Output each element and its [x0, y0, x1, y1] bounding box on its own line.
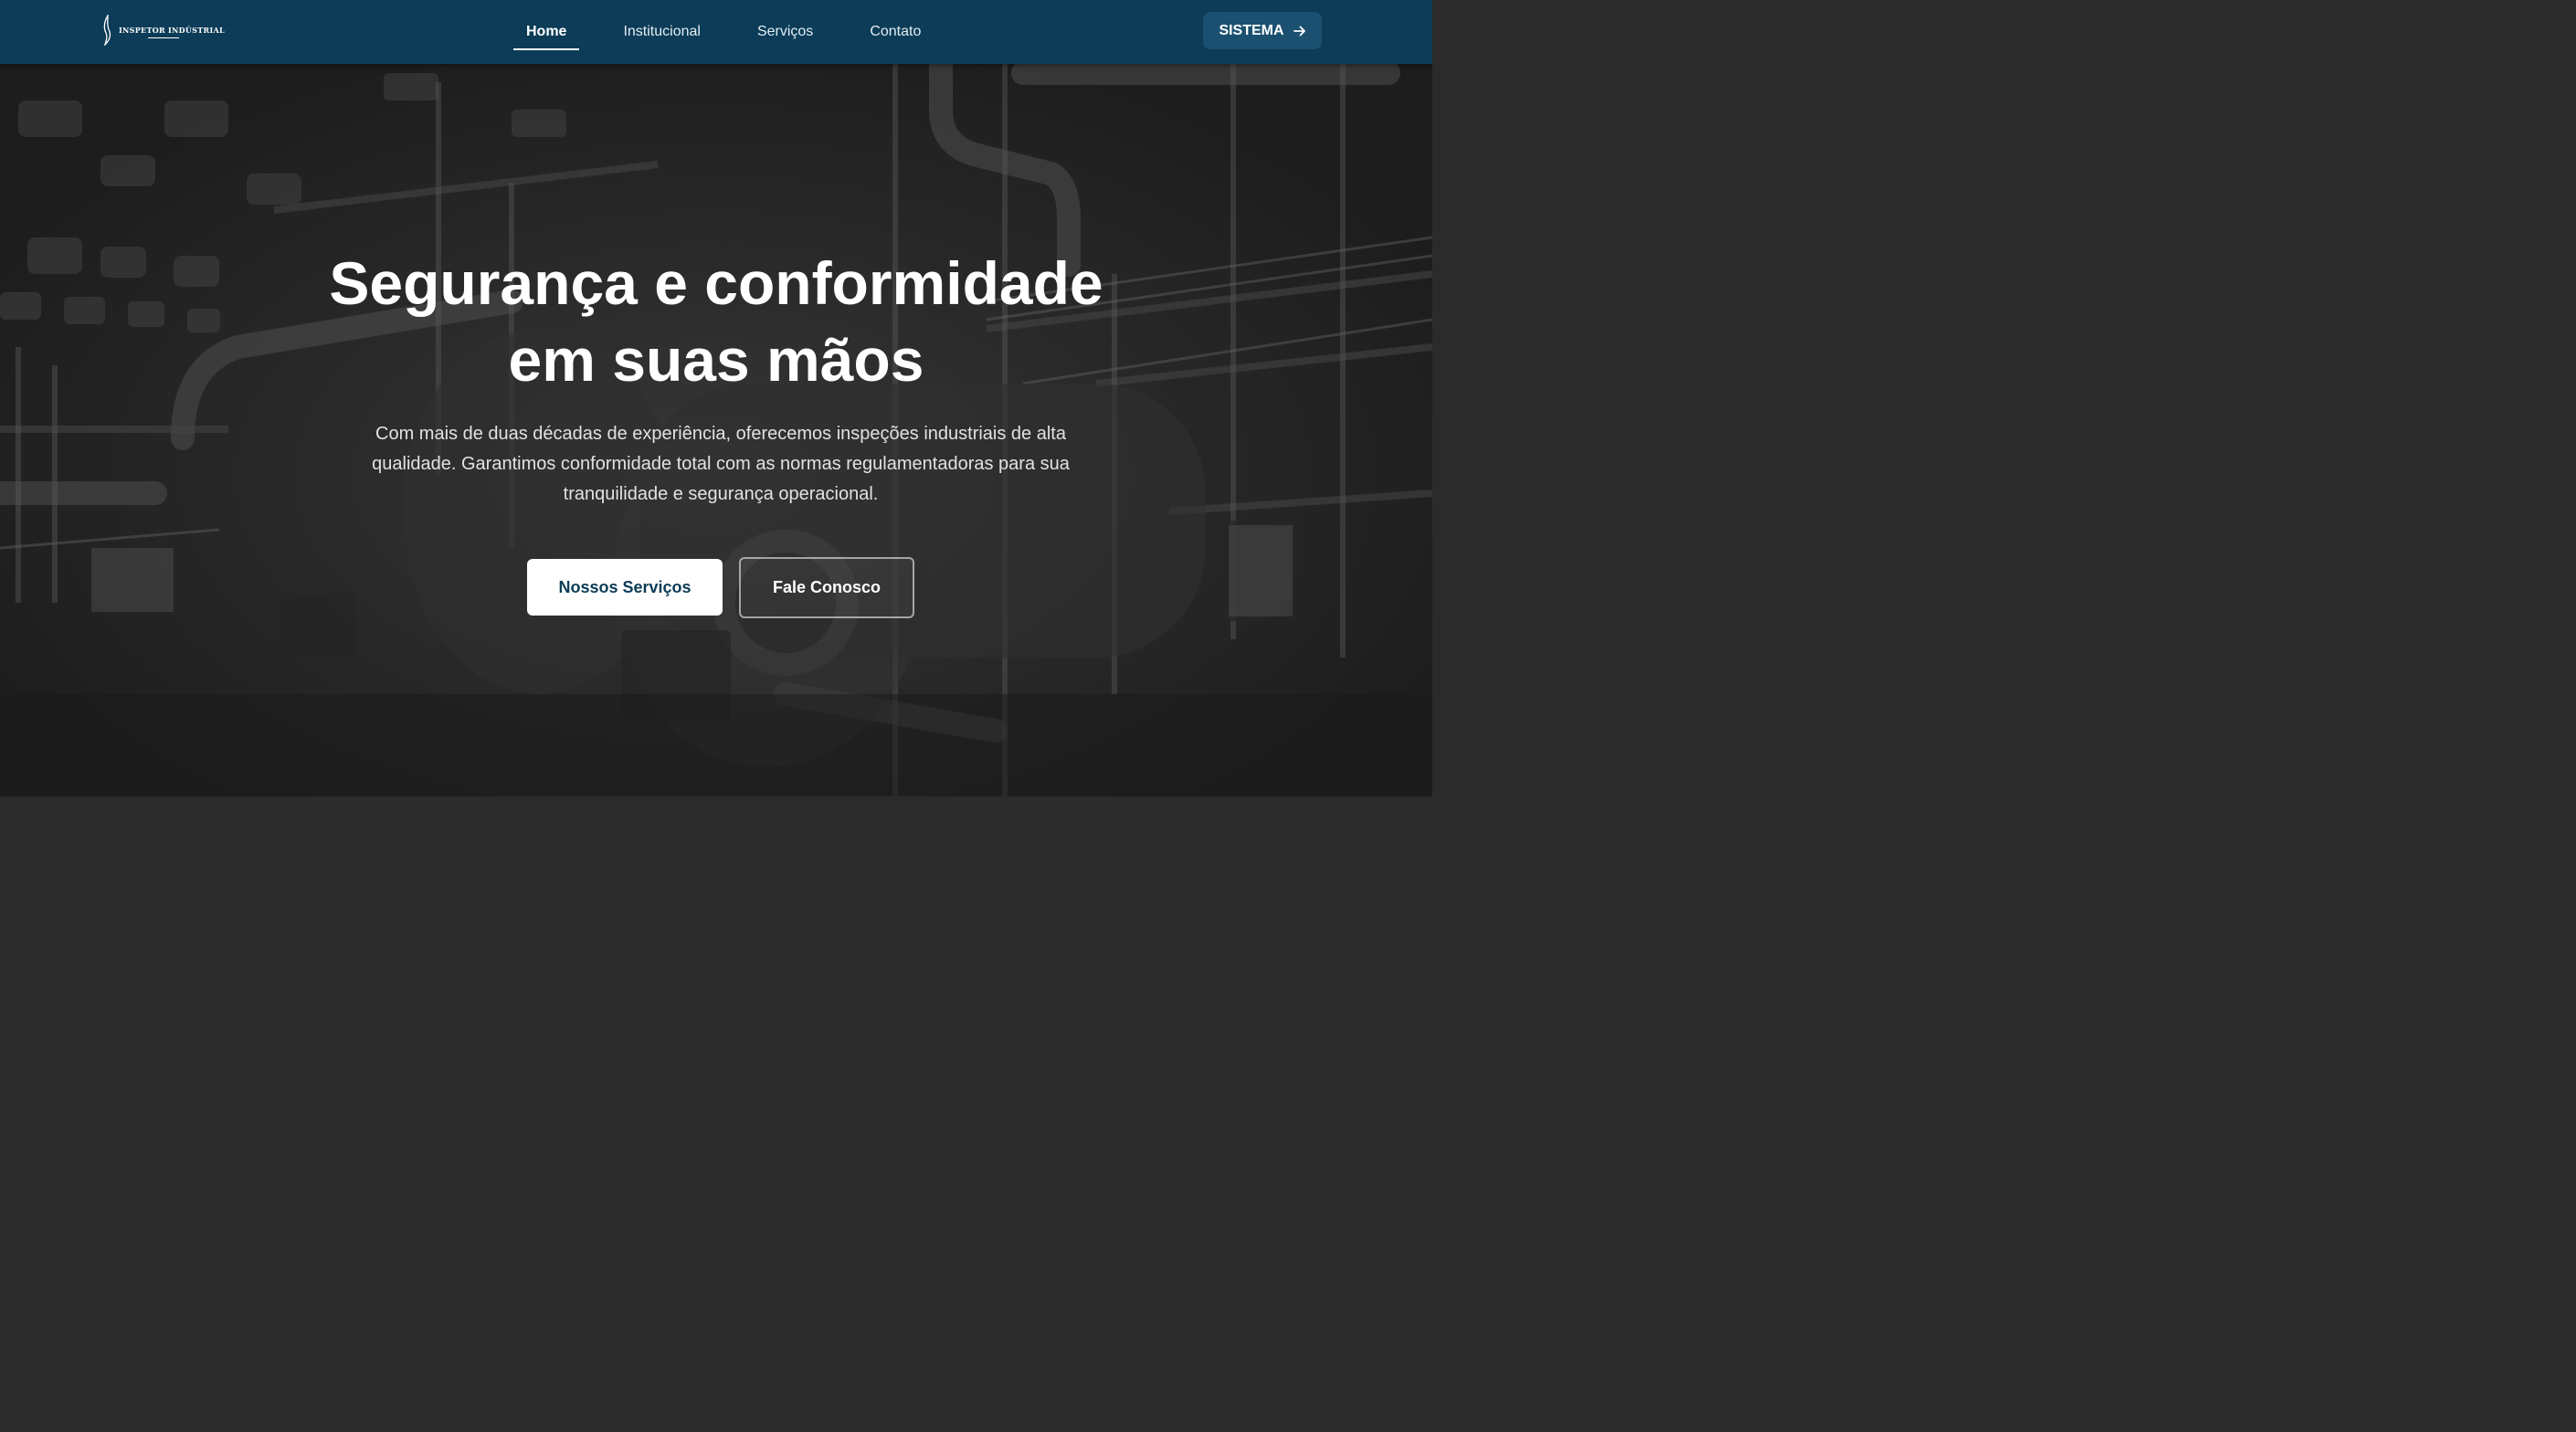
hero-title: Segurança e conformidade em suas mãos [214, 245, 1219, 398]
sistema-button-label: SISTEMA [1219, 22, 1284, 38]
hero-subtitle: Com mais de duas décadas de experiência,… [372, 424, 1070, 504]
sistema-button[interactable]: SISTEMA [1203, 12, 1322, 49]
fale-conosco-button[interactable]: Fale Conosco [739, 557, 914, 618]
nav-institucional[interactable]: Institucional [623, 0, 701, 64]
nossos-servicos-button[interactable]: Nossos Serviços [527, 559, 723, 616]
flame-logo-icon [103, 15, 111, 46]
hero-title-line-1: Segurança e conformidade [329, 249, 1103, 317]
main-nav: Home Institucional Serviços Contato [512, 0, 921, 64]
nav-servicos[interactable]: Serviços [757, 0, 813, 64]
nav-home[interactable]: Home [512, 0, 581, 64]
hero-dark-overlay [0, 0, 1432, 796]
arrow-right-icon [1293, 26, 1305, 36]
page: INSPETOR INDÚSTRIAL Home Institucional S… [0, 0, 1432, 796]
hero-title-line-2: em suas mãos [508, 326, 924, 394]
site-header: INSPETOR INDÚSTRIAL Home Institucional S… [0, 0, 1432, 64]
nav-contato[interactable]: Contato [870, 0, 921, 64]
brand-name: INSPETOR INDÚSTRIAL [119, 26, 225, 38]
brand-logo[interactable]: INSPETOR INDÚSTRIAL [102, 15, 225, 46]
